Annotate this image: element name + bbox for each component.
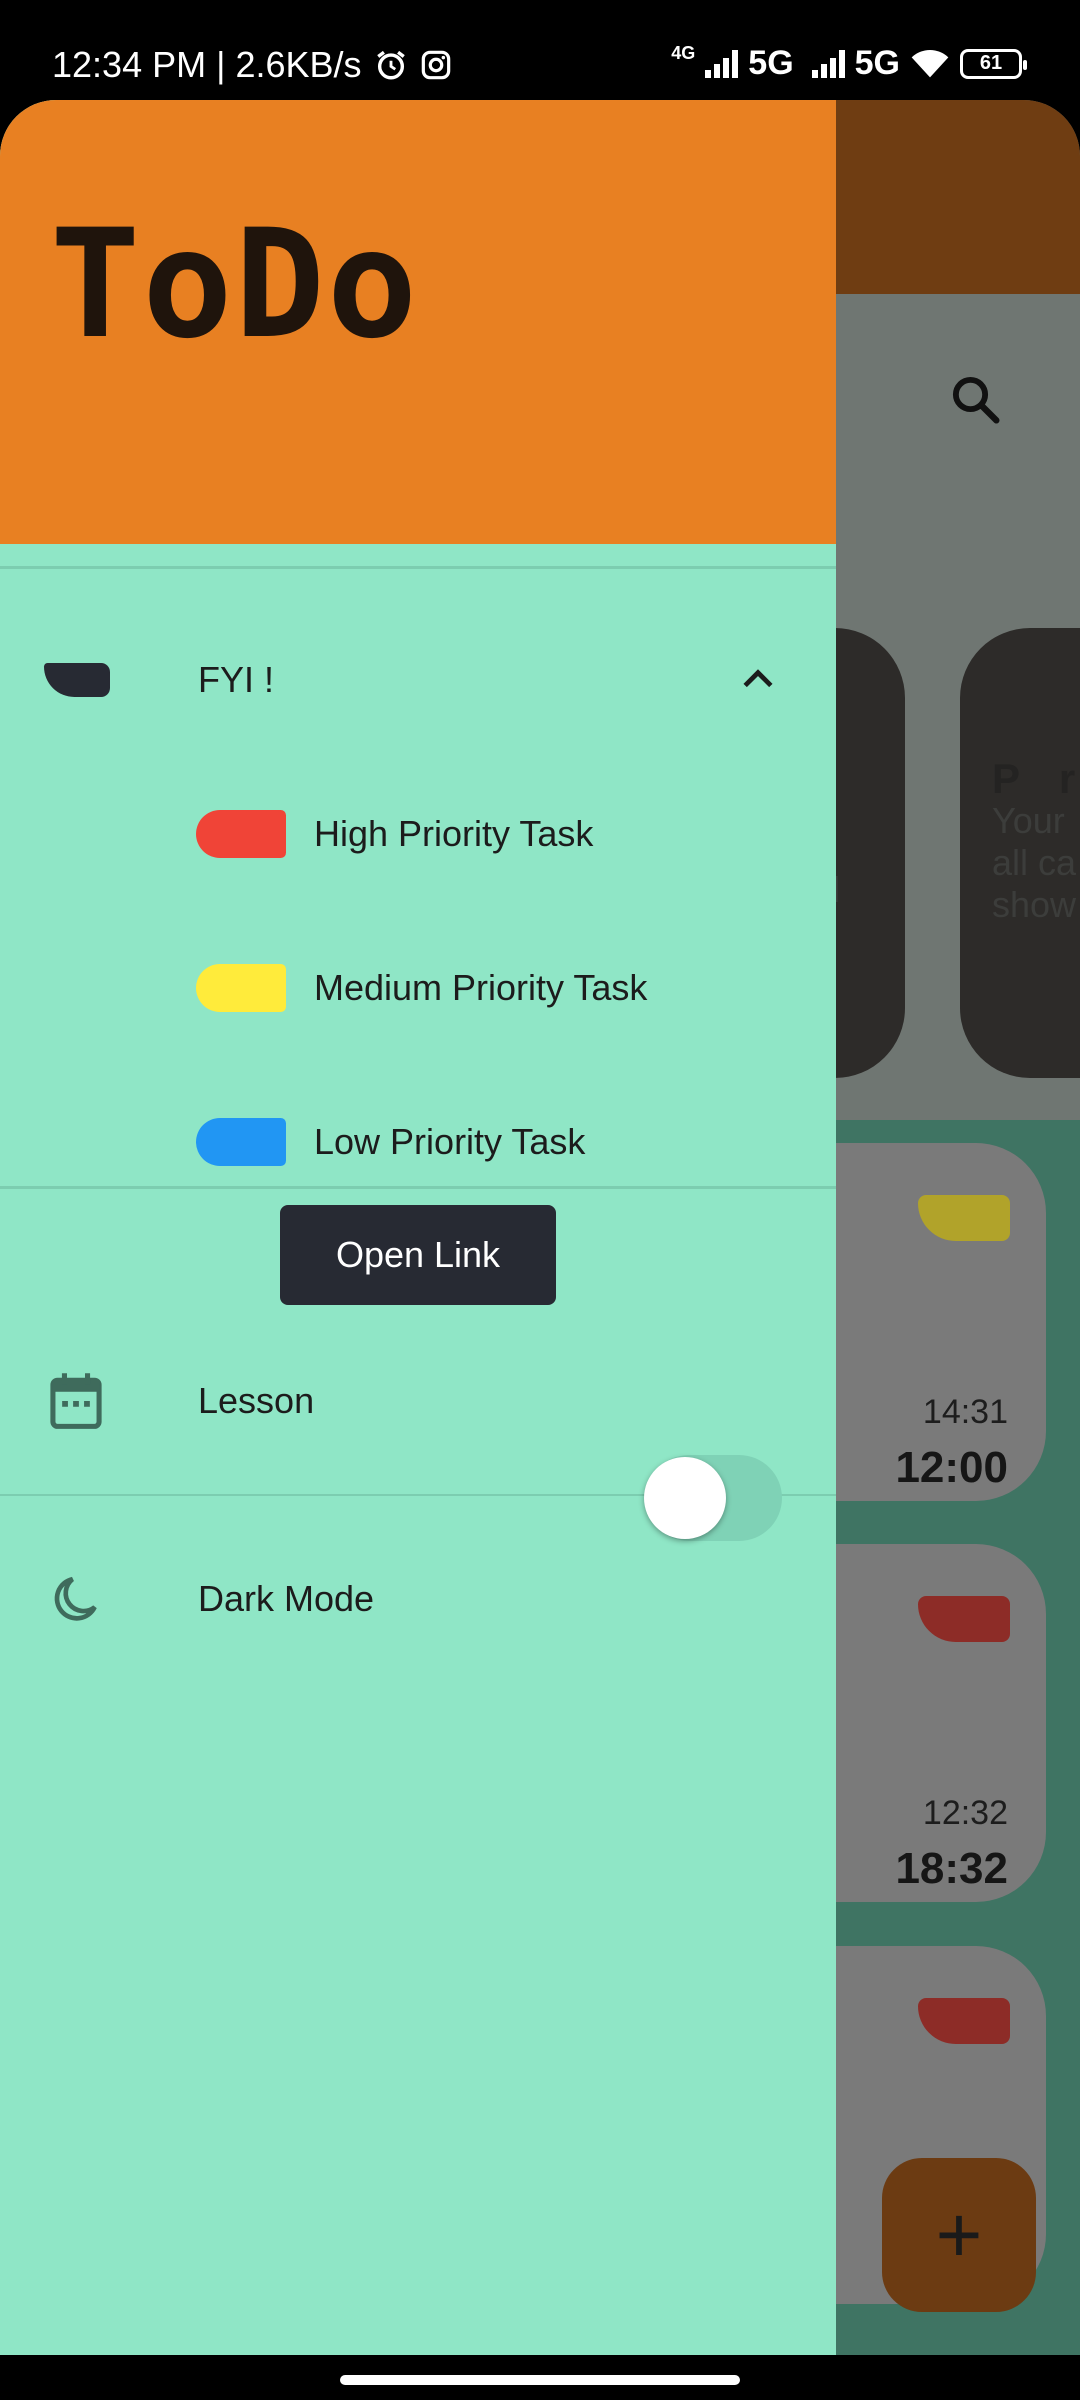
battery-level: 61 — [979, 52, 1003, 74]
dark-mode-label: Dark Mode — [198, 1578, 375, 1619]
info-card-priority[interactable]: P r Your all ca show — [960, 628, 1080, 1078]
dark-mode-item[interactable]: Dark Mode — [0, 1544, 836, 1654]
app-logo-title: ToDo — [50, 198, 420, 372]
fyi-tag-icon — [44, 663, 110, 697]
priority-label: Medium Priority Task — [314, 967, 648, 1008]
system-nav-bar — [0, 2355, 1080, 2400]
signal-icon-2 — [811, 49, 845, 78]
instagram-icon — [421, 50, 450, 80]
alarm-icon — [376, 50, 405, 80]
navigation-drawer: ToDo FYI ! High Priority Task Medium Pri… — [0, 100, 836, 2355]
info-card-line: Your — [992, 800, 1065, 841]
network-4g: 4G — [671, 43, 696, 63]
moon-icon — [54, 1576, 97, 1621]
network-5g-b: 5G — [854, 44, 900, 82]
calendar-icon — [50, 1373, 102, 1429]
network-5g-a: 5G — [748, 44, 794, 82]
fyi-expandable[interactable]: FYI ! — [0, 630, 836, 730]
priority-item-high[interactable]: High Priority Task — [0, 784, 836, 884]
add-task-button[interactable]: + — [882, 2158, 1036, 2312]
medium-priority-tag-icon — [196, 964, 286, 1012]
battery-icon: 61 — [960, 48, 1027, 79]
drawer-header: ToDo — [0, 100, 836, 544]
dark-mode-toggle-knob[interactable] — [644, 1457, 726, 1539]
high-priority-tag-icon — [196, 810, 286, 858]
lesson-item[interactable]: Lesson — [0, 1346, 836, 1456]
priority-tag — [918, 1195, 1010, 1241]
priority-label: High Priority Task — [314, 813, 594, 854]
status-right: 4G 5G 5G 61 — [671, 43, 1027, 83]
priority-tag — [918, 1596, 1010, 1642]
task-created-time: 12:32 — [922, 1794, 1008, 1832]
info-card-line: show — [992, 884, 1077, 925]
divider — [0, 1186, 836, 1189]
priority-item-low[interactable]: Low Priority Task — [0, 1092, 836, 1192]
status-bar: 12:34 PM | 2.6KB/s 4G 5G 5G 61 — [0, 0, 1080, 100]
wifi-icon — [911, 49, 949, 77]
open-link-button[interactable]: Open Link — [280, 1205, 556, 1305]
search-icon[interactable] — [948, 372, 1002, 426]
status-left: 12:34 PM | 2.6KB/s — [52, 44, 452, 86]
priority-item-medium[interactable]: Medium Priority Task — [0, 938, 836, 1038]
priority-label: Low Priority Task — [314, 1121, 586, 1162]
task-due-time: 18:32 — [895, 1844, 1008, 1893]
chevron-up-icon[interactable] — [736, 658, 780, 702]
home-gesture-bar[interactable] — [340, 2375, 740, 2385]
priority-tag — [918, 1998, 1010, 2044]
divider — [0, 566, 836, 569]
task-created-time: 14:31 — [922, 1393, 1008, 1431]
info-card-line: all ca — [992, 842, 1077, 883]
fyi-label: FYI ! — [198, 659, 275, 700]
lesson-label: Lesson — [198, 1380, 315, 1421]
info-card-title: P r — [992, 755, 1080, 802]
task-due-time: 12:00 — [895, 1443, 1008, 1492]
status-time: 12:34 PM | 2.6KB/s — [52, 44, 362, 85]
low-priority-tag-icon — [196, 1118, 286, 1166]
signal-icon — [705, 49, 739, 78]
